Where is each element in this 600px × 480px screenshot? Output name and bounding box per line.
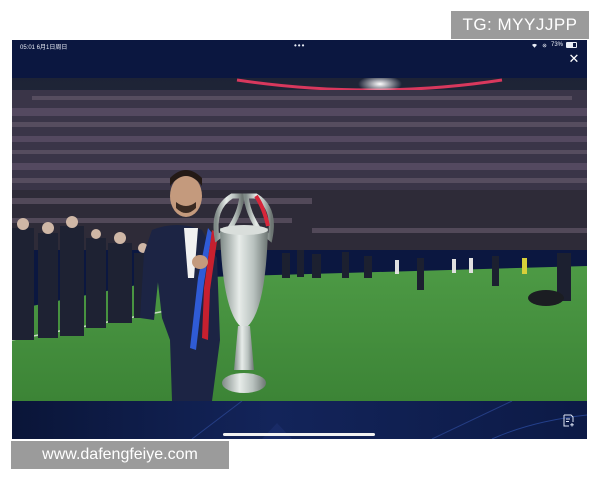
video-player-window: 05:01 6月1日周日 ••• 73% ✕ [12,40,587,439]
multitask-dots[interactable]: ••• [294,41,305,50]
battery-icon [566,42,577,48]
video-scene [12,78,587,401]
video-frame[interactable] [12,78,587,401]
watermark-top: TG: MYYJJPP [451,11,589,39]
status-right-group: 73% [531,42,577,48]
wifi-icon [531,43,537,48]
home-indicator[interactable] [223,433,375,436]
document-add-icon[interactable] [563,414,575,427]
status-time-date: 05:01 6月1日周日 [20,45,68,51]
status-bar: 05:01 6月1日周日 ••• 73% [12,40,587,52]
battery-percent: 73% [550,42,563,48]
close-icon[interactable]: ✕ [567,52,581,66]
bottom-toolbar [12,401,587,439]
location-icon [542,43,547,47]
watermark-bottom: www.dafengfeiye.com [11,441,229,469]
